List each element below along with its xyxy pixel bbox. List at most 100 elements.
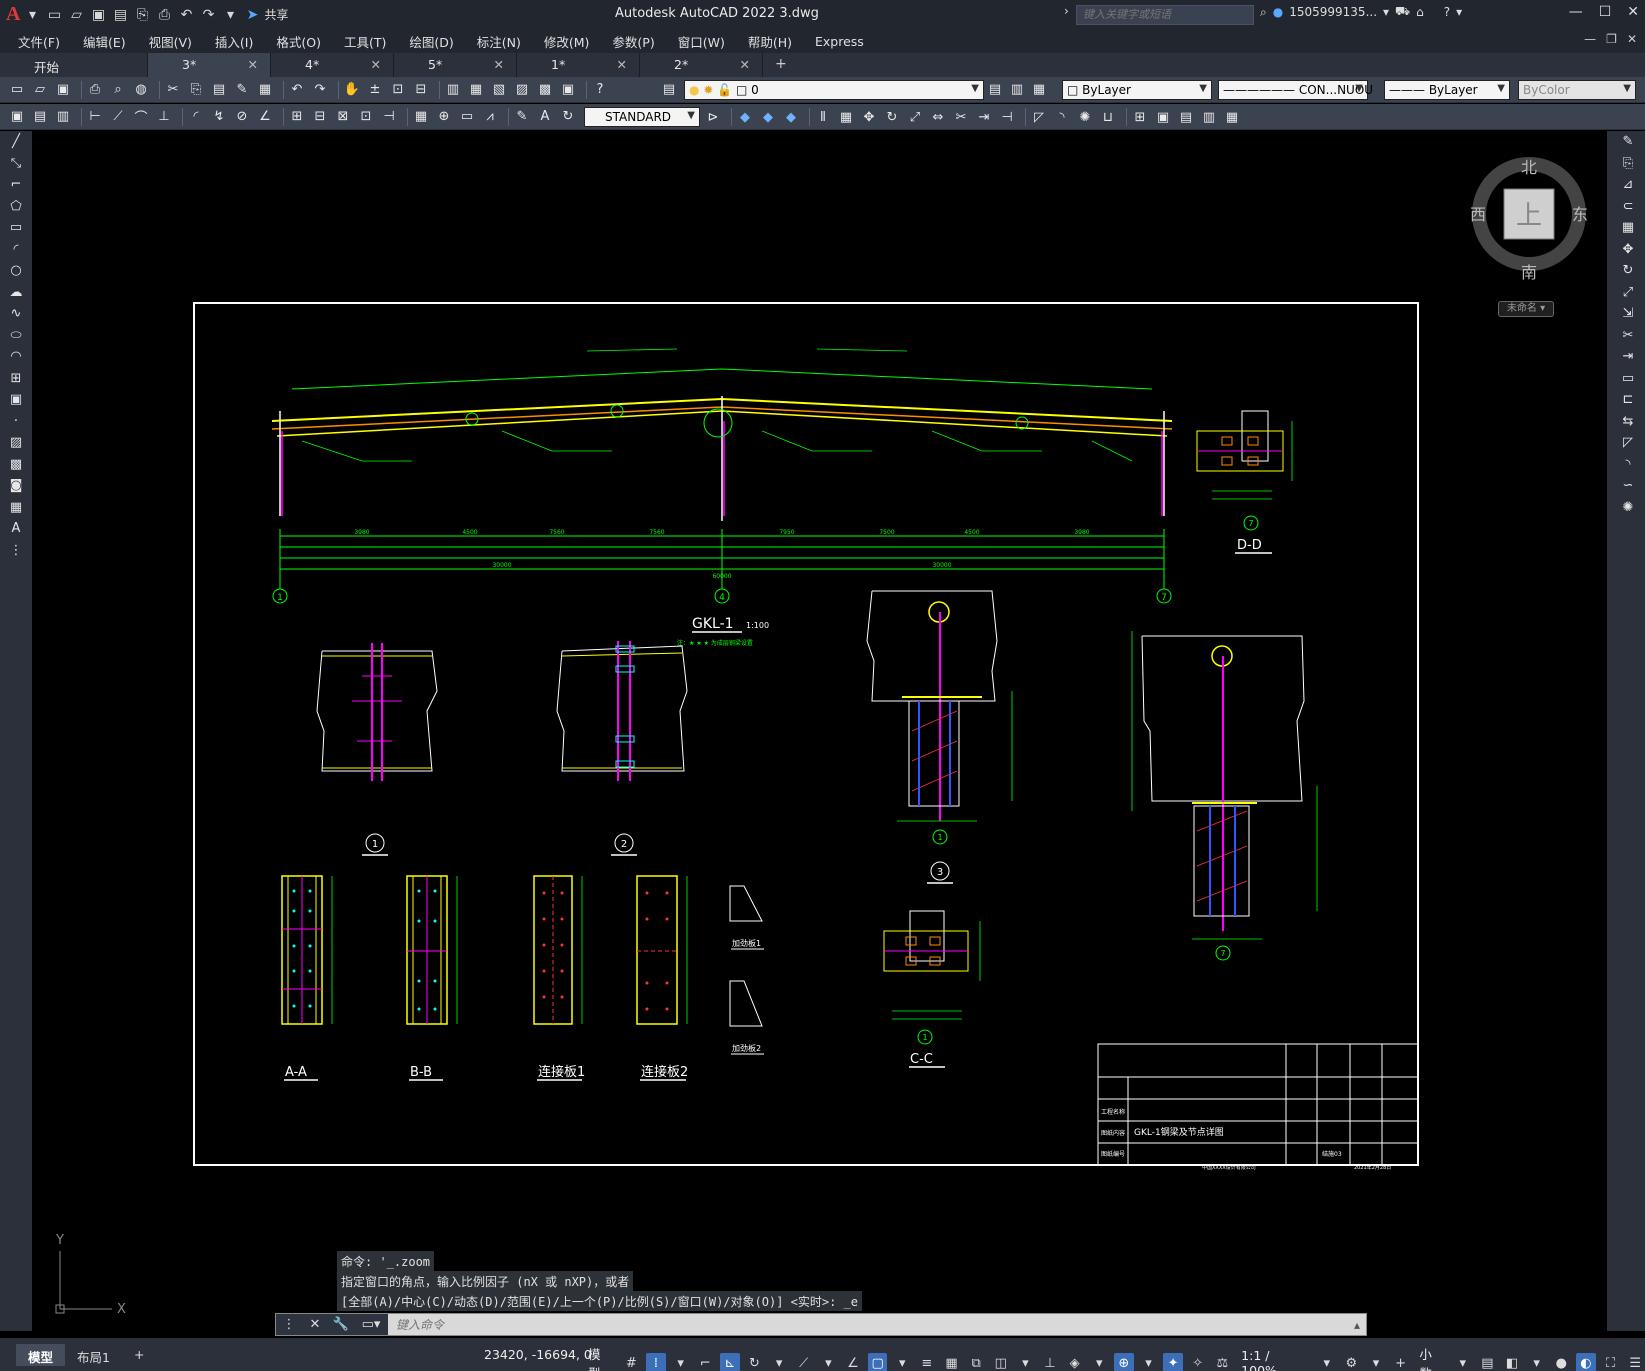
menu-window[interactable]: 窗口(W) xyxy=(678,32,725,51)
view-cube-top[interactable]: 上 xyxy=(1516,201,1542,231)
array-icon[interactable]: ▦ xyxy=(837,108,855,126)
break-icon[interactable]: ⊏ xyxy=(1611,389,1645,411)
space-toggle[interactable]: 模型 xyxy=(584,1344,617,1371)
publish-icon[interactable]: ⎘ xyxy=(132,5,152,25)
isodraft-chevron-icon[interactable]: ▾ xyxy=(819,1353,839,1371)
circle-icon[interactable]: ○ xyxy=(0,260,32,282)
drawing-canvas[interactable]: 1 4 7 3980 4500 7560 7560 7950 7500 4500… xyxy=(32,131,1607,1331)
annotation-scale-icon[interactable]: ⚖ xyxy=(1213,1353,1233,1371)
new-icon[interactable]: ▭ xyxy=(8,81,26,99)
make-block-icon[interactable]: ▣ xyxy=(0,389,32,411)
move-icon[interactable]: ✥ xyxy=(1611,239,1645,261)
lineweight-dropdown[interactable]: ——— ByLayer ▼ xyxy=(1384,80,1510,100)
grid-icon[interactable]: # xyxy=(622,1353,642,1371)
add-layout-icon[interactable]: + xyxy=(122,1344,156,1366)
extend-icon[interactable]: ⇥ xyxy=(975,108,993,126)
polyline-icon[interactable]: ⌐ xyxy=(0,174,32,196)
customize-menu-icon[interactable]: ☰ xyxy=(1625,1353,1645,1371)
minimize-icon[interactable]: — xyxy=(1569,4,1583,20)
erase-icon[interactable]: ◆ xyxy=(736,108,754,126)
gradient-icon[interactable]: ▩ xyxy=(0,454,32,476)
lock-ui-icon[interactable]: ◧ xyxy=(1502,1353,1522,1371)
layer-manager-icon[interactable]: ▤ xyxy=(660,81,678,99)
tab-close-icon[interactable]: ✕ xyxy=(617,57,627,72)
dim-continue-icon[interactable]: ⊠ xyxy=(334,108,352,126)
maximize-icon[interactable]: ☐ xyxy=(1599,4,1612,20)
ellipse-icon[interactable]: ⬭ xyxy=(0,325,32,347)
auto-scale-icon[interactable]: ✧ xyxy=(1188,1353,1208,1371)
revision-cloud-icon[interactable]: ☁ xyxy=(0,282,32,304)
layer-walk-icon[interactable]: ▤ xyxy=(31,108,49,126)
explode-icon[interactable]: ✺ xyxy=(1076,108,1094,126)
infer-constraints-icon[interactable]: ⌐ xyxy=(695,1353,715,1371)
erase-icon[interactable]: ✎ xyxy=(1611,131,1645,153)
trim-icon[interactable]: ✂ xyxy=(952,108,970,126)
zoom-previous-icon[interactable]: ⊟ xyxy=(412,81,430,99)
menu-file[interactable]: 文件(F) xyxy=(18,32,60,51)
workspace-icon[interactable]: ▣ xyxy=(8,108,26,126)
rotate-icon[interactable]: ↻ xyxy=(1611,260,1645,282)
design-center-icon[interactable]: ▦ xyxy=(467,81,485,99)
tab-3[interactable]: 3* ✕ xyxy=(148,53,271,77)
tab-layout1[interactable]: 布局1 xyxy=(65,1344,122,1366)
gizmo-icon[interactable]: ⊕ xyxy=(1114,1353,1134,1371)
cut-icon[interactable]: ✂ xyxy=(164,81,182,99)
jogged-linear-icon[interactable]: ⩘ xyxy=(481,108,499,126)
clean-screen-icon[interactable]: ⛶ xyxy=(1601,1353,1621,1371)
dim-edit-icon[interactable]: ✎ xyxy=(513,108,531,126)
fillet-icon[interactable]: ◝ xyxy=(1053,108,1071,126)
save-icon[interactable]: ▣ xyxy=(88,5,108,25)
menu-view[interactable]: 视图(V) xyxy=(149,32,192,51)
3d-osnap-chevron-icon[interactable]: ▾ xyxy=(1016,1353,1036,1371)
break-icon[interactable]: ⊣ xyxy=(998,108,1016,126)
quick-properties-icon[interactable]: ▤ xyxy=(1478,1353,1498,1371)
object-snap-tracking-icon[interactable]: ∠ xyxy=(843,1353,863,1371)
properties-icon[interactable]: ▥ xyxy=(444,81,462,99)
stretch-icon[interactable]: ⇲ xyxy=(1611,303,1645,325)
app-menu-chevron-icon[interactable]: ▾ xyxy=(22,5,42,25)
join-icon[interactable]: ⇆ xyxy=(1611,411,1645,433)
offset-icon[interactable]: ⫴ xyxy=(814,108,832,126)
sheet-set-icon[interactable]: ▨ xyxy=(513,81,531,99)
markup-icon[interactable]: ▩ xyxy=(536,81,554,99)
scale-icon[interactable]: ⤢ xyxy=(906,108,924,126)
dim-angular-icon[interactable]: ∠ xyxy=(256,108,274,126)
command-customize-icon[interactable]: 🔧 xyxy=(328,1314,354,1335)
mirror-icon[interactable]: ⊿ xyxy=(1611,174,1645,196)
region-icon[interactable]: ◙ xyxy=(0,475,32,497)
units-value[interactable]: 小数 xyxy=(1415,1344,1448,1371)
pan-icon[interactable]: ✋ xyxy=(343,81,361,99)
help-icon[interactable]: ? xyxy=(1444,5,1450,19)
array-icon[interactable]: ▦ xyxy=(1611,217,1645,239)
lineweight-icon[interactable]: ≡ xyxy=(917,1353,937,1371)
polygon-icon[interactable]: ⬠ xyxy=(0,196,32,218)
object-snap-icon[interactable]: ▢ xyxy=(867,1353,888,1371)
copy-icon[interactable]: ⎘ xyxy=(1611,153,1645,175)
snap-icon[interactable]: ⁞ xyxy=(646,1353,666,1371)
dim-radius-icon[interactable]: ◜ xyxy=(187,108,205,126)
zoom-window-icon[interactable]: ⊡ xyxy=(389,81,407,99)
tab-model[interactable]: 模型 xyxy=(16,1343,66,1366)
fillet-icon[interactable]: ◝ xyxy=(1611,454,1645,476)
menu-help[interactable]: 帮助(H) xyxy=(748,32,792,51)
customize-chevron-icon[interactable]: ▾ xyxy=(220,5,240,25)
command-close-icon[interactable]: ✕ xyxy=(302,1314,328,1335)
insert-block-icon[interactable]: ⊞ xyxy=(1131,108,1149,126)
rectangle-icon[interactable]: ▭ xyxy=(0,217,32,239)
dynamic-ucs-icon[interactable]: ⊥ xyxy=(1040,1353,1060,1371)
tab-close-icon[interactable]: ✕ xyxy=(371,57,381,72)
selection-filter-icon[interactable]: ◈ xyxy=(1065,1353,1085,1371)
explode-icon[interactable]: ✺ xyxy=(1611,497,1645,519)
coordinates-readout[interactable]: 23420, -16694, 0 xyxy=(484,1347,592,1362)
hatch-icon[interactable]: ▨ xyxy=(0,432,32,454)
view-cube-north[interactable]: 北 xyxy=(1521,158,1537,177)
autodesk-app-icon[interactable]: ⌂ xyxy=(1416,5,1424,19)
print-icon[interactable]: ⎙ xyxy=(154,5,174,25)
lock-ui-chevron-icon[interactable]: ▾ xyxy=(1527,1353,1547,1371)
command-scroll-icon[interactable]: ▴ xyxy=(1348,1318,1366,1332)
layer-state-icon[interactable]: ▦ xyxy=(1030,81,1048,99)
dim-aligned-icon[interactable]: ⟋ xyxy=(109,108,127,126)
new-tab-icon[interactable]: + xyxy=(763,53,799,77)
redo-icon[interactable]: ↷ xyxy=(311,81,329,99)
publish-icon[interactable]: ◍ xyxy=(132,81,150,99)
